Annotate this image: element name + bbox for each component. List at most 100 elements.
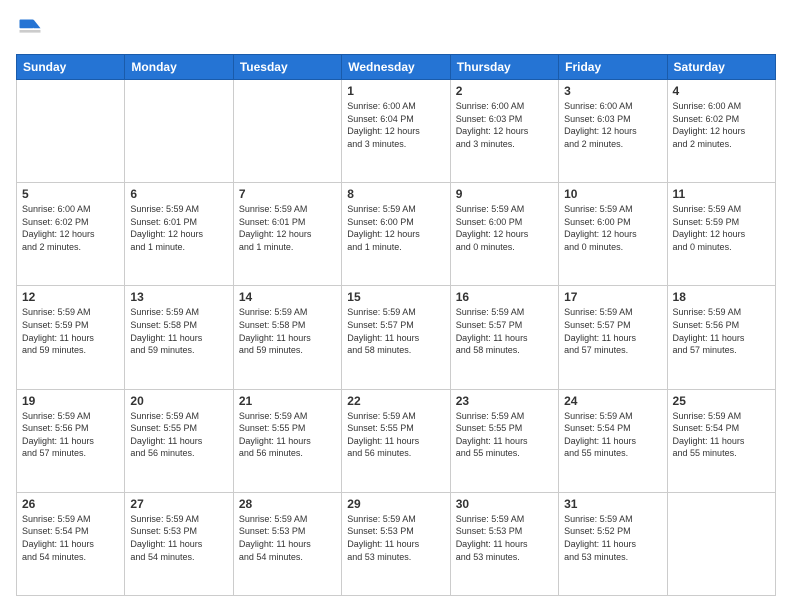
calendar-cell: 2 Sunrise: 6:00 AM Sunset: 6:03 PM Daylig… [450,80,558,183]
day-info: Sunrise: 5:59 AM Sunset: 5:58 PM Dayligh… [130,306,227,356]
page: SundayMondayTuesdayWednesdayThursdayFrid… [0,0,792,612]
day-info: Sunrise: 5:59 AM Sunset: 5:53 PM Dayligh… [130,513,227,563]
calendar-cell [667,492,775,595]
calendar-cell: 7 Sunrise: 5:59 AM Sunset: 6:01 PM Daylig… [233,183,341,286]
day-number: 27 [130,497,227,511]
day-info: Sunrise: 5:59 AM Sunset: 5:52 PM Dayligh… [564,513,661,563]
day-info: Sunrise: 5:59 AM Sunset: 5:55 PM Dayligh… [239,410,336,460]
day-number: 3 [564,84,661,98]
calendar-cell: 31 Sunrise: 5:59 AM Sunset: 5:52 PM Dayli… [559,492,667,595]
calendar-cell: 11 Sunrise: 5:59 AM Sunset: 5:59 PM Dayli… [667,183,775,286]
day-number: 24 [564,394,661,408]
day-info: Sunrise: 5:59 AM Sunset: 5:58 PM Dayligh… [239,306,336,356]
day-number: 21 [239,394,336,408]
day-number: 2 [456,84,553,98]
calendar-cell: 27 Sunrise: 5:59 AM Sunset: 5:53 PM Dayli… [125,492,233,595]
day-info: Sunrise: 6:00 AM Sunset: 6:03 PM Dayligh… [564,100,661,150]
day-info: Sunrise: 5:59 AM Sunset: 5:54 PM Dayligh… [22,513,119,563]
day-info: Sunrise: 5:59 AM Sunset: 5:53 PM Dayligh… [456,513,553,563]
day-number: 20 [130,394,227,408]
day-number: 10 [564,187,661,201]
calendar-week-1: 5 Sunrise: 6:00 AM Sunset: 6:02 PM Daylig… [17,183,776,286]
calendar-cell: 26 Sunrise: 5:59 AM Sunset: 5:54 PM Dayli… [17,492,125,595]
weekday-wednesday: Wednesday [342,55,450,80]
calendar-cell: 25 Sunrise: 5:59 AM Sunset: 5:54 PM Dayli… [667,389,775,492]
day-info: Sunrise: 5:59 AM Sunset: 5:56 PM Dayligh… [673,306,770,356]
calendar-cell: 16Sunrise: 5:59 AM Sunset: 5:57 PM Dayli… [450,286,558,389]
day-number: 14 [239,290,336,304]
calendar-week-4: 26 Sunrise: 5:59 AM Sunset: 5:54 PM Dayli… [17,492,776,595]
day-number: 23 [456,394,553,408]
day-number: 9 [456,187,553,201]
calendar-week-0: 1Sunrise: 6:00 AM Sunset: 6:04 PM Daylig… [17,80,776,183]
day-info: Sunrise: 5:59 AM Sunset: 5:57 PM Dayligh… [564,306,661,356]
calendar-table: SundayMondayTuesdayWednesdayThursdayFrid… [16,54,776,596]
calendar-cell [125,80,233,183]
calendar-cell: 21 Sunrise: 5:59 AM Sunset: 5:55 PM Dayli… [233,389,341,492]
calendar-week-3: 19Sunrise: 5:59 AM Sunset: 5:56 PM Dayli… [17,389,776,492]
day-number: 12 [22,290,119,304]
weekday-tuesday: Tuesday [233,55,341,80]
calendar-week-2: 12Sunrise: 5:59 AM Sunset: 5:59 PM Dayli… [17,286,776,389]
calendar-cell: 19Sunrise: 5:59 AM Sunset: 5:56 PM Dayli… [17,389,125,492]
logo-icon [16,16,44,44]
weekday-saturday: Saturday [667,55,775,80]
calendar-cell: 6Sunrise: 5:59 AM Sunset: 6:01 PM Daylig… [125,183,233,286]
calendar-cell: 29Sunrise: 5:59 AM Sunset: 5:53 PM Dayli… [342,492,450,595]
day-number: 25 [673,394,770,408]
day-number: 11 [673,187,770,201]
day-info: Sunrise: 6:00 AM Sunset: 6:03 PM Dayligh… [456,100,553,150]
calendar-cell: 24Sunrise: 5:59 AM Sunset: 5:54 PM Dayli… [559,389,667,492]
day-number: 17 [564,290,661,304]
calendar-cell: 8 Sunrise: 5:59 AM Sunset: 6:00 PM Daylig… [342,183,450,286]
day-number: 29 [347,497,444,511]
weekday-thursday: Thursday [450,55,558,80]
calendar-cell: 23Sunrise: 5:59 AM Sunset: 5:55 PM Dayli… [450,389,558,492]
day-info: Sunrise: 5:59 AM Sunset: 5:55 PM Dayligh… [130,410,227,460]
calendar-cell: 10 Sunrise: 5:59 AM Sunset: 6:00 PM Dayli… [559,183,667,286]
day-info: Sunrise: 6:00 AM Sunset: 6:02 PM Dayligh… [22,203,119,253]
day-number: 28 [239,497,336,511]
day-number: 26 [22,497,119,511]
day-number: 31 [564,497,661,511]
header [16,16,776,44]
day-info: Sunrise: 5:59 AM Sunset: 5:57 PM Dayligh… [347,306,444,356]
day-number: 19 [22,394,119,408]
day-info: Sunrise: 6:00 AM Sunset: 6:04 PM Dayligh… [347,100,444,150]
day-number: 8 [347,187,444,201]
calendar-cell: 17 Sunrise: 5:59 AM Sunset: 5:57 PM Dayli… [559,286,667,389]
day-info: Sunrise: 6:00 AM Sunset: 6:02 PM Dayligh… [673,100,770,150]
calendar-cell: 20 Sunrise: 5:59 AM Sunset: 5:55 PM Dayli… [125,389,233,492]
calendar-cell [17,80,125,183]
day-info: Sunrise: 5:59 AM Sunset: 6:01 PM Dayligh… [239,203,336,253]
calendar-cell: 5 Sunrise: 6:00 AM Sunset: 6:02 PM Daylig… [17,183,125,286]
day-number: 16 [456,290,553,304]
calendar-cell: 18 Sunrise: 5:59 AM Sunset: 5:56 PM Dayli… [667,286,775,389]
logo [16,16,48,44]
day-info: Sunrise: 5:59 AM Sunset: 5:53 PM Dayligh… [239,513,336,563]
calendar-cell: 30 Sunrise: 5:59 AM Sunset: 5:53 PM Dayli… [450,492,558,595]
weekday-friday: Friday [559,55,667,80]
day-number: 15 [347,290,444,304]
calendar-cell: 3 Sunrise: 6:00 AM Sunset: 6:03 PM Daylig… [559,80,667,183]
day-number: 4 [673,84,770,98]
calendar-cell: 12Sunrise: 5:59 AM Sunset: 5:59 PM Dayli… [17,286,125,389]
day-info: Sunrise: 5:59 AM Sunset: 6:00 PM Dayligh… [564,203,661,253]
calendar-cell: 4 Sunrise: 6:00 AM Sunset: 6:02 PM Daylig… [667,80,775,183]
day-info: Sunrise: 5:59 AM Sunset: 5:55 PM Dayligh… [347,410,444,460]
day-info: Sunrise: 5:59 AM Sunset: 6:00 PM Dayligh… [347,203,444,253]
calendar-cell: 13Sunrise: 5:59 AM Sunset: 5:58 PM Dayli… [125,286,233,389]
day-info: Sunrise: 5:59 AM Sunset: 6:00 PM Dayligh… [456,203,553,253]
calendar-cell: 28 Sunrise: 5:59 AM Sunset: 5:53 PM Dayli… [233,492,341,595]
day-number: 18 [673,290,770,304]
calendar-cell: 22Sunrise: 5:59 AM Sunset: 5:55 PM Dayli… [342,389,450,492]
calendar-cell: 14 Sunrise: 5:59 AM Sunset: 5:58 PM Dayli… [233,286,341,389]
day-number: 5 [22,187,119,201]
day-number: 6 [130,187,227,201]
weekday-sunday: Sunday [17,55,125,80]
day-number: 7 [239,187,336,201]
day-info: Sunrise: 5:59 AM Sunset: 5:54 PM Dayligh… [673,410,770,460]
weekday-header-row: SundayMondayTuesdayWednesdayThursdayFrid… [17,55,776,80]
day-number: 30 [456,497,553,511]
day-info: Sunrise: 5:59 AM Sunset: 5:59 PM Dayligh… [673,203,770,253]
